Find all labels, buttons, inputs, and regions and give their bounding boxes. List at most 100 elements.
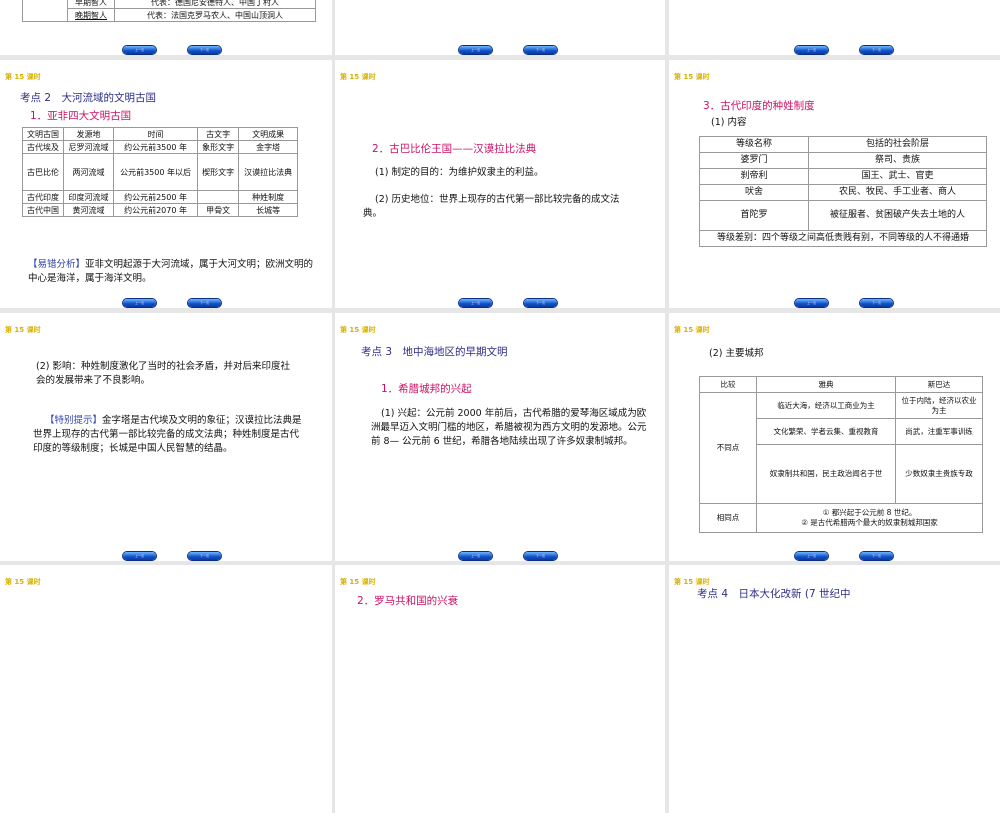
table-cell: 约公元前2070 年 bbox=[112, 203, 199, 217]
slide-subheading: 2．古巴比伦王国——汉谟拉比法典 bbox=[372, 143, 537, 155]
table-cell: 时间 bbox=[112, 127, 199, 141]
slide-thumbnail[interactable]: 上一页 下一页 bbox=[335, 0, 665, 55]
table-row: 相同点 ① 都兴起于公元前 8 世纪。 ② 是古代希腊两个最大的奴隶制城邦国家 bbox=[699, 503, 983, 533]
table-cell: 长城等 bbox=[238, 203, 298, 217]
prev-page-button[interactable]: 上一页 bbox=[795, 299, 828, 307]
lesson-label: 第 15 课时 bbox=[340, 578, 376, 586]
table-cell: 黄河流域 bbox=[63, 203, 114, 217]
next-page-button[interactable]: 下一页 bbox=[188, 46, 221, 54]
table-cell: 古代印度 bbox=[21, 190, 65, 204]
same-point: ② 是古代希腊两个最大的奴隶制城邦国家 bbox=[801, 518, 938, 527]
tip-label: 【特别提示】 bbox=[45, 415, 103, 426]
table-cell: 临近大海，经济以工商业为主 bbox=[756, 392, 896, 419]
table-cell: 文明成果 bbox=[238, 127, 298, 141]
next-page-button[interactable]: 下一页 bbox=[860, 46, 893, 54]
paragraph: (2) 历史地位：世界上现存的古代第一部比较完备的成文法典。 bbox=[363, 194, 620, 219]
slide-thumbnail[interactable]: 第 15 课时 (2) 影响：种姓制度激化了当时的社会矛盾，并对后来印度社会的发… bbox=[0, 313, 332, 561]
hominid-table: 早期智人 代表：德国尼安德特人、中国丁村人 晚期智人 代表：法国克罗马农人、中国山顶… bbox=[22, 0, 316, 22]
table-cell: 刹帝利 bbox=[699, 168, 809, 185]
table-row: 不同点 临近大海，经济以工商业为主 位于内陆，经济以农业为主 bbox=[699, 392, 983, 504]
table-row: 古巴比伦 两河流域 公元前3500 年以后 楔形文字 汉谟拉比法典 bbox=[21, 153, 298, 191]
table-row: 婆罗门 祭司、贵族 bbox=[699, 152, 987, 169]
table-cell: 相同点 bbox=[699, 503, 757, 533]
next-page-button[interactable]: 下一页 bbox=[188, 299, 221, 307]
prev-page-button[interactable]: 上一页 bbox=[123, 46, 156, 54]
paragraph: (2) 影响：种姓制度激化了当时的社会矛盾，并对后来印度社会的发展带来了不良影响… bbox=[36, 361, 290, 386]
civilizations-table: 文明古国 发源地 时间 古文字 文明成果 古代埃及 尼罗河流域 约公元前3500 年象形文字金… bbox=[21, 127, 298, 217]
slide-thumbnail[interactable]: 上一页 下一页 bbox=[669, 0, 1000, 55]
lesson-label: 第 15 课时 bbox=[674, 73, 710, 81]
table-cell: 尼罗河流域 bbox=[63, 140, 114, 154]
prev-page-button[interactable]: 上一页 bbox=[459, 46, 492, 54]
prev-page-button[interactable]: 上一页 bbox=[123, 552, 156, 560]
table-row: 文明古国 发源地 时间 古文字 文明成果 bbox=[21, 127, 298, 141]
same-point: ① 都兴起于公元前 8 世纪。 bbox=[822, 508, 917, 517]
table-cell bbox=[197, 190, 240, 204]
table-row: 早期智人 代表：德国尼安德特人、中国丁村人 bbox=[22, 0, 316, 22]
paragraph: (1) 兴起：公元前 2000 年前后，古代希腊的爱琴海区域成为欧洲最早迈入文明… bbox=[371, 408, 647, 447]
table-cell: 少数奴隶主贵族专政 bbox=[895, 444, 983, 504]
next-page-button[interactable]: 下一页 bbox=[524, 299, 557, 307]
slide-thumbnail[interactable]: 第 15 课时 2．古巴比伦王国——汉谟拉比法典 (1) 制定的目的：为维护奴隶… bbox=[335, 60, 665, 308]
paragraph: (1) 制定的目的：为维护奴隶主的利益。 bbox=[375, 167, 544, 178]
table-cell: 公元前3500 年以后 bbox=[112, 153, 199, 191]
lesson-label: 第 15 课时 bbox=[5, 578, 41, 586]
slide-heading: 考点 4 日本大化改新 (7 世纪中 bbox=[697, 588, 851, 600]
next-page-button[interactable]: 下一页 bbox=[524, 552, 557, 560]
table-row: 古代埃及 尼罗河流域 约公元前3500 年象形文字 金字塔 bbox=[21, 140, 298, 154]
table-cell: 等级名称 bbox=[699, 136, 809, 153]
next-page-button[interactable]: 下一页 bbox=[524, 46, 557, 54]
slide-heading: 考点 2 大河流域的文明古国 bbox=[20, 92, 157, 104]
table-row: 等级差别：四个等级之间高低贵贱有别，不同等级的人不得通婚 bbox=[699, 230, 987, 247]
slide-thumbnail[interactable]: 第 15 课时 3．古代印度的种姓制度 (1) 内容 等级名称 包括的社会阶层 婆罗… bbox=[669, 60, 1000, 308]
table-cell: 汉谟拉比法典 bbox=[238, 153, 298, 191]
table-cell: 两河流域 bbox=[63, 153, 114, 191]
table-cell: 包括的社会阶层 bbox=[808, 136, 987, 153]
slide-subheading: 3．古代印度的种姓制度 bbox=[703, 100, 815, 112]
table-row: 古代中国 黄河流域 约公元前2070 年甲骨文 长城等 bbox=[21, 203, 298, 217]
table-cell: 尚武，注重军事训练 bbox=[895, 418, 983, 445]
lesson-label: 第 15 课时 bbox=[674, 326, 710, 334]
table-cell: 斯巴达 bbox=[895, 376, 983, 393]
table-cell: 代表：法国克罗马农人、中国山顶洞人 bbox=[114, 8, 316, 22]
slide-thumbnail[interactable]: 第 15 课时 bbox=[0, 565, 332, 813]
slide-thumbnail[interactable]: 第 15 课时 (2) 主要城邦 比较 雅典 斯巴达 不同点 临近大海，经济以工商业为… bbox=[669, 313, 1000, 561]
table-cell: 位于内陆，经济以农业为主 bbox=[895, 392, 983, 419]
prev-page-button[interactable]: 上一页 bbox=[795, 552, 828, 560]
prev-page-button[interactable]: 上一页 bbox=[459, 552, 492, 560]
slide-thumbnail[interactable]: 第 15 课时 2．罗马共和国的兴衰 bbox=[335, 565, 665, 813]
table-cell: 种姓制度 bbox=[238, 190, 298, 204]
slide-thumbnail[interactable]: 第 15 课时 考点 4 日本大化改新 (7 世纪中 bbox=[669, 565, 1000, 813]
prev-page-button[interactable]: 上一页 bbox=[123, 299, 156, 307]
table-cell: 吠舍 bbox=[699, 184, 809, 201]
table-row: 等级名称 包括的社会阶层 bbox=[699, 136, 987, 153]
table-cell: 雅典 bbox=[756, 376, 896, 393]
lesson-label: 第 15 课时 bbox=[340, 73, 376, 81]
slide-thumbnail[interactable]: 第 15 课时 考点 3 地中海地区的早期文明 1．希腊城邦的兴起 (1) 兴起… bbox=[335, 313, 665, 561]
slide-subheading: 1．亚非四大文明古国 bbox=[30, 110, 132, 122]
prev-page-button[interactable]: 上一页 bbox=[795, 46, 828, 54]
lesson-label: 第 15 课时 bbox=[5, 326, 41, 334]
next-page-button[interactable]: 下一页 bbox=[860, 552, 893, 560]
lesson-label: 第 15 课时 bbox=[5, 73, 41, 81]
table-cell: 早期智人 bbox=[67, 0, 115, 9]
table-row: 比较 雅典 斯巴达 bbox=[699, 376, 983, 393]
table-cell: 约公元前2500 年 bbox=[112, 190, 199, 204]
table-cell: 楔形文字 bbox=[197, 153, 240, 191]
next-page-button[interactable]: 下一页 bbox=[188, 552, 221, 560]
table-cell: 代表：德国尼安德特人、中国丁村人 bbox=[114, 0, 316, 9]
table-cell: 比较 bbox=[699, 376, 757, 393]
table-cell: 金字塔 bbox=[238, 140, 298, 154]
slide-thumbnail[interactable]: 早期智人 代表：德国尼安德特人、中国丁村人 晚期智人 代表：法国克罗马农人、中国山顶… bbox=[0, 0, 332, 55]
table-cell: 农民、牧民、手工业者、商人 bbox=[808, 184, 987, 201]
prev-page-button[interactable]: 上一页 bbox=[459, 299, 492, 307]
table-cell: 象形文字 bbox=[197, 140, 240, 154]
slide-heading: 考点 3 地中海地区的早期文明 bbox=[361, 346, 508, 358]
note-label: 【易错分析】 bbox=[28, 259, 86, 270]
next-page-button[interactable]: 下一页 bbox=[860, 299, 893, 307]
table-cell: 被征服者、贫困破产失去土地的人 bbox=[808, 200, 987, 231]
table-cell: 印度河流域 bbox=[63, 190, 114, 204]
caste-table: 等级名称 包括的社会阶层 婆罗门 祭司、贵族 刹帝利 国王、武士、官吏 吠舍 农民、牧民、手工… bbox=[699, 136, 987, 247]
slide-thumbnail[interactable]: 第 15 课时 考点 2 大河流域的文明古国 1．亚非四大文明古国 文明古国 发源… bbox=[0, 60, 332, 308]
table-cell: 婆罗门 bbox=[699, 152, 809, 169]
